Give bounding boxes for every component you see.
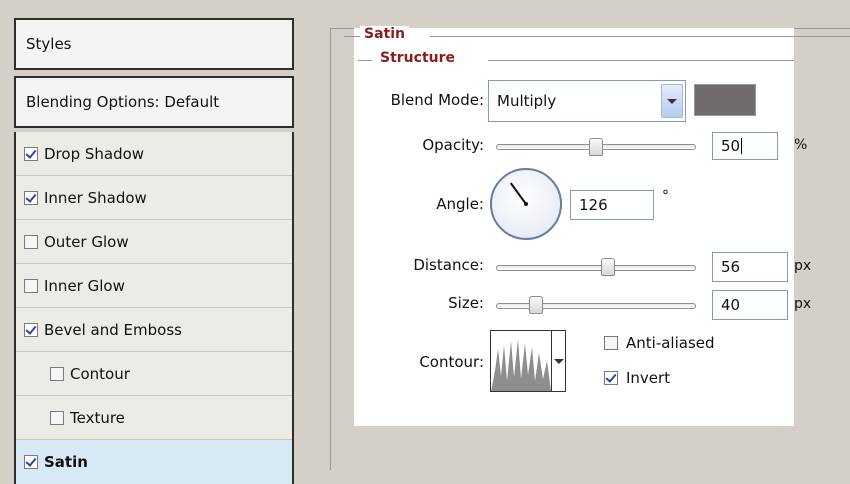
distance-slider-track[interactable]: [496, 265, 696, 271]
opacity-input[interactable]: 50: [712, 132, 778, 160]
drop-shadow-checkbox[interactable]: [24, 146, 38, 161]
effect-label: Inner Glow: [44, 276, 125, 295]
dropdown-arrow-icon[interactable]: [661, 84, 683, 118]
size-unit: px: [794, 296, 812, 312]
blending-options-item[interactable]: Blending Options: Default: [14, 76, 294, 128]
effects-list: Drop Shadow Inner Shadow Outer Glow Inne…: [14, 132, 294, 484]
angle-dial-needle: [509, 182, 528, 206]
size-label: Size:: [448, 294, 484, 312]
angle-label: Angle:: [436, 195, 484, 213]
blend-mode-select[interactable]: Multiply: [488, 80, 686, 122]
satin-group-line-left: [344, 36, 360, 37]
angle-input[interactable]: 126: [570, 190, 654, 220]
structure-group-line-right: [488, 60, 794, 61]
satin-group-line-right: [430, 36, 850, 37]
angle-value: 126: [579, 196, 608, 214]
distance-value: 56: [721, 258, 741, 276]
styles-header-label: Styles: [26, 35, 72, 53]
contour-graph-icon: [491, 339, 551, 391]
anti-aliased-checkbox[interactable]: [604, 336, 618, 350]
opacity-slider-thumb[interactable]: [589, 138, 603, 156]
effect-item-inner-glow[interactable]: Inner Glow: [16, 264, 292, 308]
effect-label: Contour: [70, 364, 130, 383]
blend-mode-value: Multiply: [497, 92, 557, 110]
structure-group-title: Structure: [376, 50, 460, 66]
size-slider-thumb[interactable]: [529, 296, 543, 314]
distance-input[interactable]: 56: [712, 252, 788, 282]
distance-slider-thumb[interactable]: [601, 258, 615, 276]
contour-preview[interactable]: [490, 330, 552, 392]
text-cursor: [741, 138, 743, 154]
invert-checkbox[interactable]: [604, 371, 618, 385]
effect-label: Inner Shadow: [44, 188, 147, 207]
styles-header[interactable]: Styles: [14, 18, 294, 70]
effect-item-contour[interactable]: Contour: [16, 352, 292, 396]
outer-glow-checkbox[interactable]: [24, 234, 38, 249]
effect-label: Bevel and Emboss: [44, 320, 182, 339]
size-input[interactable]: 40: [712, 290, 788, 320]
opacity-value: 50: [721, 137, 741, 155]
inner-shadow-checkbox[interactable]: [24, 190, 38, 205]
bevel-and-emboss-checkbox[interactable]: [24, 322, 38, 337]
contour-dropdown-arrow-icon[interactable]: [552, 330, 566, 392]
effect-label: Drop Shadow: [44, 144, 145, 163]
effect-item-drop-shadow[interactable]: Drop Shadow: [16, 132, 292, 176]
anti-aliased-label: Anti-aliased: [626, 334, 715, 352]
effect-item-bevel-and-emboss[interactable]: Bevel and Emboss: [16, 308, 292, 352]
invert-label: Invert: [626, 369, 671, 387]
structure-group-line-left: [358, 60, 372, 61]
size-value: 40: [721, 296, 741, 314]
inner-glow-checkbox[interactable]: [24, 278, 38, 293]
effect-label: Satin: [44, 453, 88, 471]
satin-section-title: Satin: [360, 26, 409, 42]
satin-checkbox[interactable]: [24, 455, 38, 469]
effect-item-satin[interactable]: Satin: [16, 440, 292, 484]
blending-options-label: Blending Options: Default: [26, 93, 220, 111]
blend-mode-label: Blend Mode:: [390, 91, 484, 109]
angle-dial[interactable]: [490, 168, 562, 240]
styles-list-panel: Styles Blending Options: Default Drop Sh…: [14, 14, 298, 484]
contour-label: Contour:: [419, 353, 484, 371]
size-slider-track[interactable]: [496, 303, 696, 309]
effect-item-inner-shadow[interactable]: Inner Shadow: [16, 176, 292, 220]
effect-item-outer-glow[interactable]: Outer Glow: [16, 220, 292, 264]
effect-label: Outer Glow: [44, 232, 129, 251]
contour-checkbox[interactable]: [50, 366, 64, 381]
angle-unit: °: [662, 188, 669, 204]
effect-label: Texture: [70, 408, 125, 427]
opacity-unit: %: [794, 137, 808, 153]
texture-checkbox[interactable]: [50, 410, 64, 425]
distance-unit: px: [794, 258, 812, 274]
satin-color-swatch[interactable]: [694, 84, 756, 116]
opacity-label: Opacity:: [422, 136, 484, 154]
distance-label: Distance:: [413, 256, 484, 274]
effect-item-texture[interactable]: Texture: [16, 396, 292, 440]
